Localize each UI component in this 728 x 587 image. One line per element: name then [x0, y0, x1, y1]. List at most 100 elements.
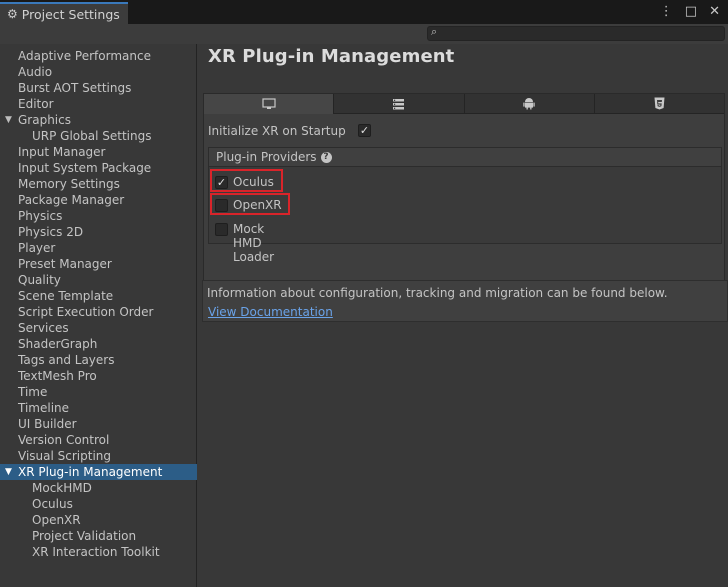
- sidebar-item-physics[interactable]: Physics: [0, 208, 197, 224]
- sidebar-item-services[interactable]: Services: [0, 320, 197, 336]
- sidebar-item-ui-builder[interactable]: UI Builder: [0, 416, 197, 432]
- window-titlebar: ⚙ Project Settings ⋮ □ ✕: [0, 0, 728, 24]
- mock-hmd-label: Mock HMD Loader: [233, 222, 275, 264]
- sidebar-item-label: Preset Manager: [18, 257, 112, 271]
- server-icon: [393, 98, 405, 109]
- sidebar-item-label: Quality: [18, 273, 61, 287]
- openxr-highlight-box: [210, 193, 290, 215]
- tab-webgl[interactable]: [594, 94, 724, 114]
- view-documentation-link[interactable]: View Documentation: [208, 305, 333, 319]
- sidebar-item-editor[interactable]: Editor: [0, 96, 197, 112]
- search-icon: ⌕: [431, 25, 438, 38]
- sidebar-item-xr-plugin-management[interactable]: ▼ XR Plug-in Management: [0, 464, 197, 480]
- sidebar-item-label: Physics 2D: [18, 225, 84, 239]
- sidebar-item-label: Package Manager: [18, 193, 125, 207]
- sidebar-item-label: MockHMD: [32, 481, 92, 495]
- tab-title: Project Settings: [21, 6, 120, 22]
- tab-android[interactable]: [464, 94, 595, 114]
- oculus-highlight-box: [210, 169, 283, 192]
- sidebar-item-project-validation[interactable]: Project Validation: [0, 528, 197, 544]
- sidebar-item-label: Script Execution Order: [18, 305, 154, 319]
- sidebar-item-textmesh-pro[interactable]: TextMesh Pro: [0, 368, 197, 384]
- sidebar-item-label: Player: [18, 241, 56, 255]
- sidebar-item-version-control[interactable]: Version Control: [0, 432, 197, 448]
- sidebar-item-label: Adaptive Performance: [18, 49, 151, 63]
- sidebar-item-preset-manager[interactable]: Preset Manager: [0, 256, 197, 272]
- sidebar-item-label: OpenXR: [32, 513, 81, 527]
- plugin-providers-box: Plug-in Providers? ✓ Oculus OpenXR Mock …: [208, 147, 722, 264]
- sidebar-item-label: Audio: [18, 65, 53, 79]
- sidebar-item-label: URP Global Settings: [32, 129, 152, 143]
- sidebar-item-label: XR Plug-in Management: [18, 465, 163, 479]
- sidebar-item-tags-layers[interactable]: Tags and Layers: [0, 352, 197, 368]
- main-panel: XR Plug-in Management Initialize XR on S…: [198, 44, 728, 587]
- tab-desktop[interactable]: [204, 94, 335, 114]
- help-icon[interactable]: ?: [320, 152, 332, 163]
- sidebar-item-audio[interactable]: Audio: [0, 64, 197, 80]
- html5-icon: [654, 97, 665, 110]
- sidebar-item-label: TextMesh Pro: [18, 369, 97, 383]
- sidebar-item-timeline[interactable]: Timeline: [0, 400, 197, 416]
- search-input[interactable]: ⌕: [427, 25, 725, 41]
- sidebar-item-oculus[interactable]: Oculus: [0, 496, 197, 512]
- sidebar-item-label: Scene Template: [18, 289, 114, 303]
- sidebar-item-burst-aot[interactable]: Burst AOT Settings: [0, 80, 197, 96]
- providers-header-label: Plug-in Providers: [216, 150, 317, 164]
- sidebar-item-label: ShaderGraph: [18, 337, 98, 351]
- sidebar-item-label: Input System Package: [18, 161, 152, 175]
- plugin-providers-header: Plug-in Providers?: [209, 148, 721, 167]
- sidebar-item-label: Timeline: [18, 401, 70, 415]
- sidebar-item-openxr[interactable]: OpenXR: [0, 512, 197, 528]
- page-title: XR Plug-in Management: [208, 46, 455, 67]
- fold-arrow-icon[interactable]: ▼: [5, 112, 12, 128]
- sidebar-item-label: Oculus: [32, 497, 73, 511]
- sidebar-item-scene-template[interactable]: Scene Template: [0, 288, 197, 304]
- sidebar-item-shadergraph[interactable]: ShaderGraph: [0, 336, 197, 352]
- sidebar-item-label: Graphics: [18, 113, 71, 127]
- sidebar-item-time[interactable]: Time: [0, 384, 197, 400]
- sidebar-item-xr-interaction-toolkit[interactable]: XR Interaction Toolkit: [0, 544, 197, 560]
- init-xr-label: Initialize XR on Startup: [208, 124, 346, 138]
- sidebar-item-quality[interactable]: Quality: [0, 272, 197, 288]
- init-xr-checkbox[interactable]: ✓: [358, 124, 371, 137]
- sidebar-item-label: Physics: [18, 209, 63, 223]
- sidebar-item-label: Time: [18, 385, 48, 399]
- project-settings-tab[interactable]: ⚙ Project Settings: [0, 2, 128, 24]
- sidebar-item-urp-global[interactable]: URP Global Settings: [0, 128, 197, 144]
- sidebar-item-adaptive-performance[interactable]: Adaptive Performance: [0, 48, 197, 64]
- sidebar-item-label: Services: [18, 321, 69, 335]
- sidebar-item-label: Version Control: [18, 433, 110, 447]
- sidebar-item-label: UI Builder: [18, 417, 77, 431]
- sidebar-item-player[interactable]: Player: [0, 240, 197, 256]
- kebab-menu-icon[interactable]: ⋮: [660, 4, 673, 19]
- sidebar-item-package-manager[interactable]: Package Manager: [0, 192, 197, 208]
- sidebar-item-visual-scripting[interactable]: Visual Scripting: [0, 448, 197, 464]
- platform-tabs: [204, 94, 724, 114]
- sidebar-item-label: Memory Settings: [18, 177, 120, 191]
- close-icon[interactable]: ✕: [709, 4, 720, 19]
- sidebar-item-mockhmd[interactable]: MockHMD: [0, 480, 197, 496]
- sidebar-item-input-manager[interactable]: Input Manager: [0, 144, 197, 160]
- search-bar-row: ⌕: [0, 24, 728, 44]
- sidebar-item-script-execution[interactable]: Script Execution Order: [0, 304, 197, 320]
- sidebar-item-label: Editor: [18, 97, 54, 111]
- sidebar-item-input-system[interactable]: Input System Package: [0, 160, 197, 176]
- mock-hmd-checkbox[interactable]: [215, 223, 228, 236]
- info-box: Information about configuration, trackin…: [202, 280, 728, 322]
- sidebar-item-label: Project Validation: [32, 529, 137, 543]
- init-xr-row: Initialize XR on Startup: [208, 124, 346, 138]
- tab-server[interactable]: [334, 94, 465, 114]
- maximize-icon[interactable]: □: [685, 4, 697, 19]
- sidebar-item-label: Input Manager: [18, 145, 106, 159]
- sidebar-item-memory[interactable]: Memory Settings: [0, 176, 197, 192]
- fold-arrow-icon[interactable]: ▼: [5, 464, 12, 480]
- desktop-icon: [262, 98, 276, 109]
- sidebar-item-label: Burst AOT Settings: [18, 81, 132, 95]
- info-text: Information about configuration, trackin…: [207, 286, 668, 300]
- sidebar-item-label: Tags and Layers: [18, 353, 115, 367]
- gear-icon: ⚙: [7, 7, 18, 21]
- sidebar-item-graphics[interactable]: ▼ Graphics: [0, 112, 197, 128]
- settings-sidebar: Adaptive Performance Audio Burst AOT Set…: [0, 44, 197, 587]
- android-icon: [523, 98, 535, 110]
- sidebar-item-physics-2d[interactable]: Physics 2D: [0, 224, 197, 240]
